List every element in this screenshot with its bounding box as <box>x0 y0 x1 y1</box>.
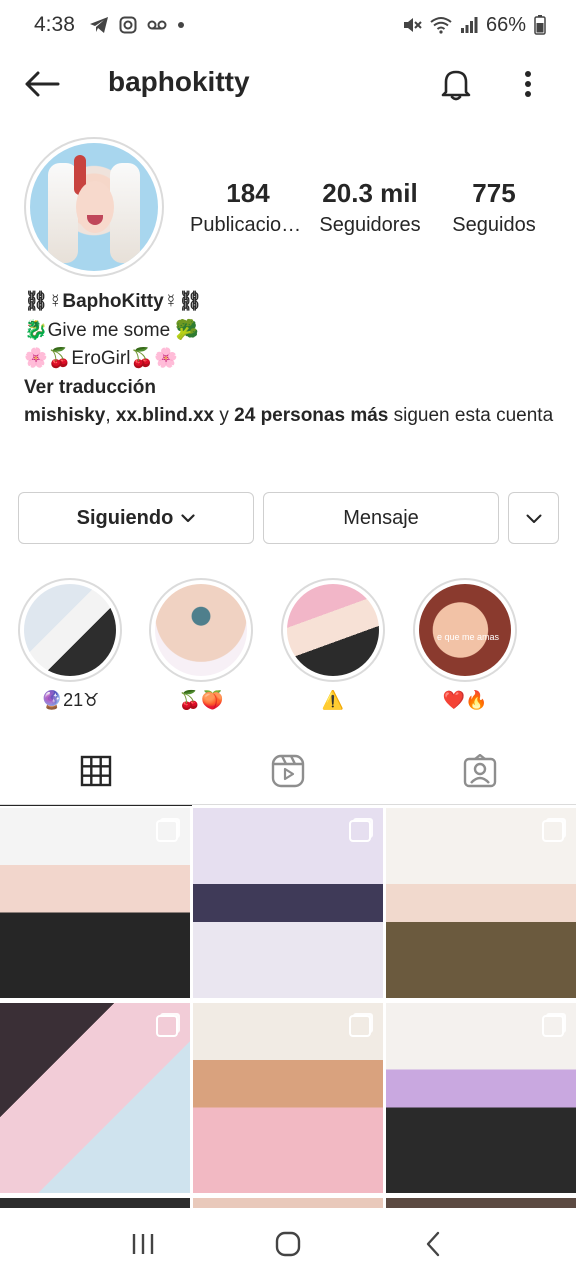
back-arrow-icon[interactable] <box>22 68 62 100</box>
stat-followers-count: 20.3 mil <box>322 178 418 208</box>
suggested-accounts-button[interactable] <box>508 492 559 544</box>
post-thumbnail[interactable] <box>193 1198 383 1208</box>
stat-posts[interactable]: 184 Publicaciones <box>190 176 306 240</box>
bio-display-name: ⛓☿BaphoKitty☿⛓ <box>24 291 203 312</box>
battery-percent: 66% <box>485 13 526 36</box>
highlight-cover <box>155 584 247 676</box>
profile-header: baphokitty <box>0 56 576 112</box>
battery-icon <box>534 15 546 35</box>
tabs-divider <box>0 804 576 805</box>
followed-by-user-1[interactable]: mishisky <box>24 405 105 426</box>
reels-icon <box>271 754 305 793</box>
carousel-icon <box>156 1015 178 1037</box>
recent-apps-icon[interactable] <box>113 1219 173 1269</box>
post-thumbnail[interactable] <box>386 1198 576 1208</box>
highlight-cover <box>24 584 116 676</box>
carousel-icon <box>542 820 564 842</box>
carousel-icon <box>156 820 178 842</box>
stat-posts-count: 184 <box>226 178 270 208</box>
highlight-label: 🔮21♉ <box>40 690 100 710</box>
highlight-label: ❤️🔥 <box>442 690 488 710</box>
stat-posts-label: Publicaciones <box>190 214 306 236</box>
posts-grid <box>0 808 576 1208</box>
profile-tabs <box>0 740 576 806</box>
bell-icon[interactable] <box>436 64 476 104</box>
profile-bio: ⛓☿BaphoKitty☿⛓ 🐉Give me some 🥦 🌸🍒EroGirl… <box>24 288 554 431</box>
post-thumbnail[interactable] <box>0 1198 190 1208</box>
tab-tagged[interactable] <box>384 740 576 806</box>
see-translation-link[interactable]: Ver traducción <box>24 374 554 403</box>
followed-by-others[interactable]: 24 personas más <box>234 405 388 426</box>
carousel-icon <box>542 1015 564 1037</box>
post-thumbnail[interactable] <box>193 808 383 998</box>
carousel-icon <box>349 1015 371 1037</box>
mute-icon <box>402 15 422 35</box>
post-thumbnail[interactable] <box>0 808 190 998</box>
message-button-label: Mensaje <box>343 506 419 529</box>
stat-following-label: Seguidos <box>452 214 536 236</box>
dot-icon <box>177 21 185 29</box>
telegram-icon <box>89 16 109 34</box>
message-button[interactable]: Mensaje <box>263 492 499 544</box>
grid-icon <box>80 755 112 792</box>
more-vertical-icon[interactable] <box>510 64 546 104</box>
story-highlight[interactable]: 🍒🍑 <box>149 578 253 712</box>
story-highlight[interactable]: e que me amas ❤️🔥 <box>413 578 517 712</box>
stat-followers[interactable]: 20.3 mil Seguidores <box>312 176 428 240</box>
profile-avatar[interactable] <box>24 137 164 277</box>
highlight-cover <box>287 584 379 676</box>
instagram-icon <box>119 16 137 34</box>
profile-username: baphokitty <box>108 66 250 97</box>
highlight-label: ⚠️ <box>321 690 345 710</box>
avatar-image <box>30 143 158 271</box>
highlight-label: 🍒🍑 <box>178 690 224 710</box>
wifi-icon <box>430 16 452 34</box>
post-thumbnail[interactable] <box>193 1003 383 1193</box>
system-nav-bar <box>0 1208 576 1280</box>
stat-followers-label: Seguidores <box>319 214 421 236</box>
bio-line-2: 🐉Give me some 🥦 <box>24 319 200 341</box>
tab-grid[interactable] <box>0 740 192 806</box>
signal-icon <box>460 16 478 34</box>
chevron-down-icon <box>526 507 542 530</box>
post-thumbnail[interactable] <box>0 1003 190 1193</box>
highlight-cover: e que me amas <box>419 584 511 676</box>
stat-following[interactable]: 775 Seguidos <box>442 176 546 240</box>
stat-following-count: 775 <box>472 178 516 208</box>
voicemail-icon <box>147 19 167 31</box>
story-highlight[interactable]: 🔮21♉ <box>18 578 122 712</box>
tab-reels[interactable] <box>192 740 384 806</box>
followed-by-user-2[interactable]: xx.blind.xx <box>116 405 214 426</box>
post-thumbnail[interactable] <box>386 1003 576 1193</box>
followed-by-text[interactable]: mishisky, xx.blind.xx y 24 personas más … <box>24 402 554 431</box>
story-highlight[interactable]: ⚠️ <box>281 578 385 712</box>
status-time: 4:38 <box>34 13 75 36</box>
chevron-down-icon <box>181 513 195 523</box>
following-button[interactable]: Siguiendo <box>18 492 254 544</box>
home-icon[interactable] <box>258 1219 318 1269</box>
carousel-icon <box>349 820 371 842</box>
following-button-label: Siguiendo <box>76 506 174 529</box>
tagged-icon <box>463 753 497 793</box>
bio-line-3: 🌸🍒EroGirl🍒🌸 <box>24 348 178 369</box>
highlight-overlay-text: e que me amas <box>436 632 500 642</box>
status-bar: 4:38 66% <box>0 0 576 50</box>
post-thumbnail[interactable] <box>386 808 576 998</box>
back-icon[interactable] <box>403 1219 463 1269</box>
